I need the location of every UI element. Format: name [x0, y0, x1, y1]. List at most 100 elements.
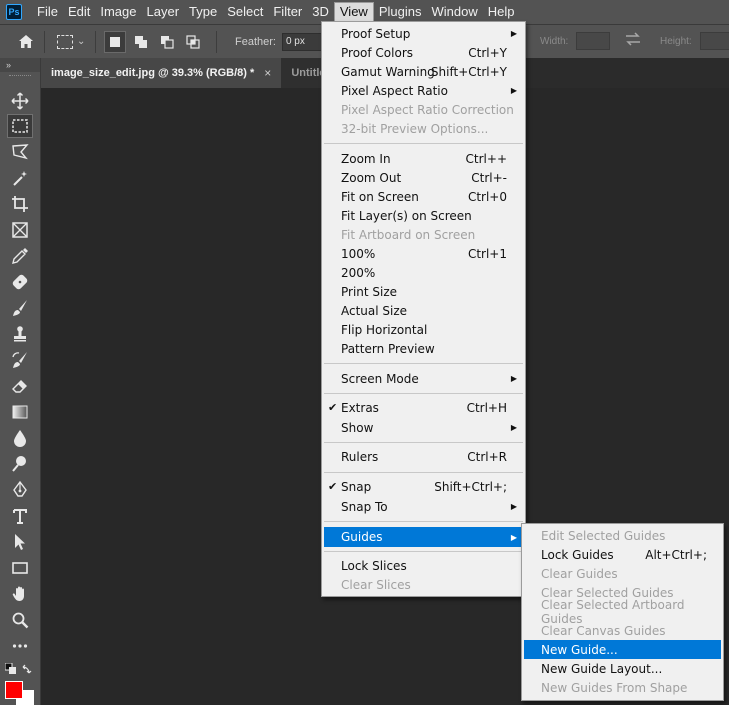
menu-item-actual-size[interactable]: Actual Size [324, 301, 523, 320]
dodge-tool-icon[interactable] [7, 452, 33, 476]
feather-input[interactable]: 0 px [281, 32, 326, 51]
menu-item-clear-selected-artboard-guides: Clear Selected Artboard Guides [541, 597, 685, 626]
menu-item-proof-colors[interactable]: Proof Colors Ctrl+Y [324, 43, 523, 62]
subtract-selection-icon [161, 35, 174, 49]
menu-item-zoom-in[interactable]: Zoom In Ctrl++ [324, 149, 523, 168]
shortcut: Ctrl+R [467, 449, 507, 464]
tab-image-size-edit[interactable]: image_size_edit.jpg @ 39.3% (RGB/8) * × [41, 58, 282, 88]
menu-item-flip-horizontal[interactable]: Flip Horizontal [324, 320, 523, 339]
path-selection-tool-icon[interactable] [7, 530, 33, 554]
move-tool-icon[interactable] [7, 89, 33, 113]
menu-item-show[interactable]: Show ▶ [324, 418, 523, 437]
shortcut: Ctrl+Y [468, 45, 507, 60]
menu-item-pixel-aspect-ratio[interactable]: Pixel Aspect Ratio ▶ [324, 81, 523, 100]
menu-item-lock-guides[interactable]: Lock Guides Alt+Ctrl+; [524, 545, 721, 564]
healing-brush-tool-icon[interactable] [7, 270, 33, 294]
menu-plugins[interactable]: Plugins [374, 2, 427, 22]
swap-colors-icon[interactable] [21, 663, 33, 675]
eyedropper-tool-icon[interactable] [7, 244, 33, 268]
menu-help[interactable]: Help [483, 2, 520, 22]
foreground-color-swatch[interactable] [5, 681, 23, 699]
width-label: Width: [540, 35, 569, 47]
menu-item-new-guide-layout[interactable]: New Guide Layout... [524, 659, 721, 678]
tools-panel: » [0, 58, 41, 705]
menu-item-snap[interactable]: ✔ Snap Shift+Ctrl+; [324, 477, 523, 496]
pen-tool-icon[interactable] [7, 478, 33, 502]
clone-stamp-tool-icon[interactable] [7, 322, 33, 346]
menu-item-lock-slices[interactable]: Lock Slices [324, 556, 523, 575]
photoshop-logo: Ps [6, 4, 22, 20]
shortcut: Ctrl+- [471, 170, 507, 185]
menu-item-guides[interactable]: Guides ▶ [324, 527, 523, 547]
intersect-selection-button[interactable] [182, 31, 204, 53]
divider [44, 30, 45, 53]
menu-item-print-size[interactable]: Print Size [324, 282, 523, 301]
more-tools-icon[interactable] [7, 634, 33, 658]
gradient-tool-icon[interactable] [7, 400, 33, 424]
subtract-from-selection-button[interactable] [156, 31, 178, 53]
new-selection-button[interactable] [104, 30, 126, 53]
menu-view[interactable]: View [333, 2, 374, 22]
divider [95, 30, 96, 53]
menu-layer[interactable]: Layer [142, 2, 185, 22]
menu-item-gamut-warning[interactable]: Gamut Warning Shift+Ctrl+Y [324, 62, 523, 81]
menu-item-snap-to[interactable]: Snap To ▶ [324, 497, 523, 516]
menu-type[interactable]: Type [184, 2, 222, 22]
crop-tool-icon[interactable] [7, 192, 33, 216]
marquee-icon [57, 34, 73, 49]
menu-item-rulers[interactable]: Rulers Ctrl+R [324, 447, 523, 466]
shortcut: Ctrl++ [465, 151, 507, 166]
add-to-selection-button[interactable] [130, 31, 152, 53]
menu-item-200-percent[interactable]: 200% [324, 263, 523, 282]
menu-image[interactable]: Image [95, 2, 141, 22]
home-icon[interactable] [16, 32, 36, 52]
width-group: Width: [540, 32, 611, 50]
default-colors-icon[interactable] [4, 662, 17, 675]
collapse-panel-button[interactable]: » [0, 58, 40, 72]
menu-separator [324, 521, 523, 522]
add-selection-icon [135, 35, 147, 48]
shortcut: Ctrl+1 [467, 246, 507, 261]
menu-item-new-guide[interactable]: New Guide... [524, 640, 721, 659]
intersect-selection-icon [186, 34, 200, 49]
submenu-arrow-icon: ▶ [510, 423, 517, 432]
magic-wand-tool-icon[interactable] [7, 166, 33, 190]
frame-tool-icon[interactable] [7, 218, 33, 242]
height-input[interactable] [699, 32, 729, 50]
menu-separator [324, 472, 523, 473]
rectangular-marquee-tool-icon[interactable] [7, 114, 33, 138]
type-tool-icon[interactable] [7, 504, 33, 528]
view-menu-dropdown: Proof Setup ▶ Proof Colors Ctrl+Y Gamut … [321, 21, 526, 597]
menu-item-100-percent[interactable]: 100% Ctrl+1 [324, 244, 523, 263]
menu-item-extras[interactable]: ✔ Extras Ctrl+H [324, 398, 523, 417]
swap-dimensions-button[interactable] [624, 32, 642, 46]
close-icon[interactable]: × [264, 66, 271, 80]
menu-file[interactable]: File [32, 2, 63, 22]
menu-item-proof-setup[interactable]: Proof Setup ▶ [324, 24, 523, 43]
brush-tool-icon[interactable] [7, 296, 33, 320]
zoom-tool-icon[interactable] [7, 608, 33, 632]
eraser-tool-icon[interactable] [7, 374, 33, 398]
marquee-preset-picker[interactable]: ⌄ [57, 32, 87, 52]
menu-edit[interactable]: Edit [63, 2, 95, 22]
menu-item-fit-layers-on-screen[interactable]: Fit Layer(s) on Screen [324, 206, 523, 225]
menu-3d[interactable]: 3D [307, 2, 334, 22]
menu-item-clear-slices: Clear Slices [341, 577, 411, 592]
blur-tool-icon[interactable] [7, 426, 33, 450]
menu-select[interactable]: Select [222, 2, 268, 22]
panel-grip[interactable] [9, 75, 31, 81]
lasso-tool-icon[interactable] [7, 140, 33, 164]
history-brush-tool-icon[interactable] [7, 348, 33, 372]
menu-item-pattern-preview[interactable]: Pattern Preview [324, 339, 523, 358]
rectangle-tool-icon[interactable] [7, 556, 33, 580]
hand-tool-icon[interactable] [7, 582, 33, 606]
menu-item-fit-on-screen[interactable]: Fit on Screen Ctrl+0 [324, 187, 523, 206]
menu-item-clear-canvas-guides: Clear Canvas Guides [541, 623, 666, 638]
width-input[interactable] [576, 32, 611, 50]
menu-item-pixel-aspect-ratio-correction: Pixel Aspect Ratio Correction [341, 102, 514, 117]
menu-item-zoom-out[interactable]: Zoom Out Ctrl+- [324, 168, 523, 187]
new-selection-icon [110, 36, 120, 47]
menu-item-screen-mode[interactable]: Screen Mode ▶ [324, 369, 523, 388]
menu-window[interactable]: Window [426, 2, 482, 22]
menu-filter[interactable]: Filter [268, 2, 307, 22]
